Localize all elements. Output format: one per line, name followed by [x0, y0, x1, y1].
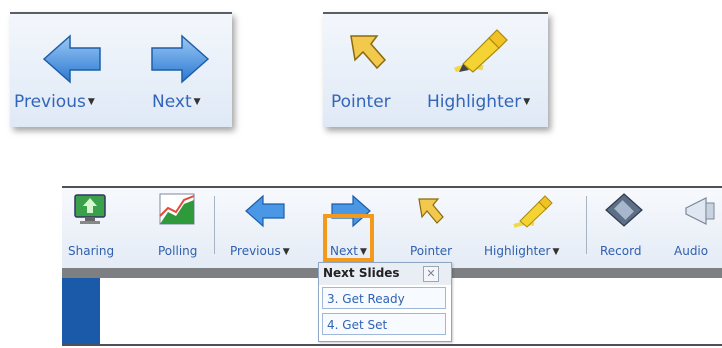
meeting-toolbar: Sharing Polling Previous ▼ Next ▼ Pointer [62, 186, 722, 271]
previous-label: Previous ▼ [14, 92, 95, 112]
next-label: Next ▼ [152, 92, 201, 112]
record-button[interactable]: Record [592, 188, 652, 270]
next-button[interactable]: Next ▼ [130, 14, 230, 127]
toolbar-pointer-label: Pointer [410, 244, 453, 258]
highlighter-label: Highlighter ▼ [427, 92, 531, 112]
audio-label: Audio [674, 244, 709, 258]
highlighter-icon [513, 195, 553, 228]
tools-panel: Pointer Highlighter ▼ [323, 12, 548, 127]
arrow-right-icon [151, 34, 210, 84]
next-button-highlight [323, 214, 374, 262]
toolbar-previous-button[interactable]: Previous ▼ [224, 188, 304, 270]
pointer-button[interactable]: Pointer [323, 14, 413, 127]
megaphone-icon [685, 197, 715, 225]
slide-panel-strip [62, 278, 100, 344]
toolbar-pointer-button[interactable]: Pointer [398, 188, 458, 270]
audio-button[interactable]: Audio [670, 188, 722, 270]
highlighter-button[interactable]: Highlighter ▼ [419, 14, 547, 127]
monitor-share-icon [74, 194, 106, 224]
sharing-label: Sharing [68, 244, 115, 258]
next-slide-item[interactable]: 4. Get Set [322, 313, 446, 335]
sharing-button[interactable]: Sharing [64, 188, 114, 270]
toolbar-separator [214, 196, 215, 254]
next-slides-dropdown: Next Slides ✕ 3. Get Ready 4. Get Set [318, 262, 452, 342]
dropdown-title: Next Slides [323, 266, 400, 280]
arrow-left-icon [245, 194, 285, 228]
close-icon[interactable]: ✕ [423, 266, 439, 282]
pointer-arrow-icon [418, 198, 444, 224]
toolbar-separator [586, 196, 587, 254]
toolbar-previous-label: Previous ▼ [230, 244, 290, 258]
highlighter-icon [454, 29, 508, 73]
navigation-panel: Previous ▼ Next ▼ [10, 12, 232, 127]
dropdown-header: Next Slides ✕ [319, 263, 451, 285]
arrow-left-icon [42, 34, 101, 84]
pointer-label: Pointer [331, 92, 391, 112]
pointer-arrow-icon [350, 35, 387, 70]
toolbar-highlighter-button[interactable]: Highlighter ▼ [476, 188, 576, 270]
poll-chart-icon [159, 193, 195, 225]
next-slide-item[interactable]: 3. Get Ready [322, 287, 446, 309]
polling-button[interactable]: Polling [152, 188, 202, 270]
previous-button[interactable]: Previous ▼ [10, 14, 120, 127]
polling-label: Polling [158, 244, 198, 258]
record-label: Record [600, 244, 642, 258]
film-reel-icon [605, 193, 643, 227]
toolbar-highlighter-label: Highlighter ▼ [484, 244, 560, 258]
